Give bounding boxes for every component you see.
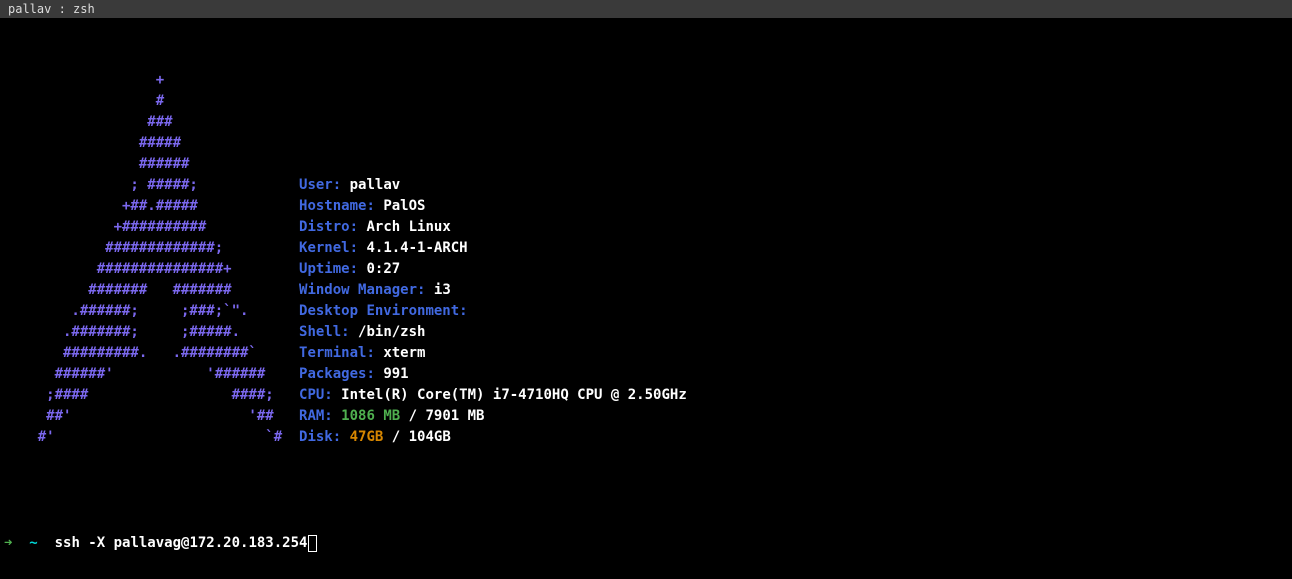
info-line: Hostname: PalOS bbox=[299, 196, 425, 217]
info-line: Packages: 991 bbox=[299, 364, 409, 385]
info-value-highlight: 47GB bbox=[350, 429, 384, 445]
info-label: Distro: bbox=[299, 219, 358, 235]
window-title: pallav : zsh bbox=[8, 0, 95, 18]
ascii-row: .######; ;###;`". Desktop Environment: bbox=[4, 301, 1288, 322]
arch-logo-line: ### bbox=[4, 112, 299, 133]
info-value: Intel(R) Core(TM) i7-4710HQ CPU @ 2.50GH… bbox=[341, 387, 687, 403]
ascii-row: ####### ####### Window Manager: i3 bbox=[4, 280, 1288, 301]
arch-logo-line: ####### ####### bbox=[4, 280, 299, 301]
info-value: PalOS bbox=[383, 198, 425, 214]
ascii-row: .#######; ;#####. Shell: /bin/zsh bbox=[4, 322, 1288, 343]
info-label: Kernel: bbox=[299, 240, 358, 256]
ascii-row: ###############+ Uptime: 0:27 bbox=[4, 259, 1288, 280]
ascii-row: ##### bbox=[4, 133, 1288, 154]
info-line: User: pallav bbox=[299, 175, 400, 196]
info-label: Desktop Environment: bbox=[299, 303, 468, 319]
info-line: CPU: Intel(R) Core(TM) i7-4710HQ CPU @ 2… bbox=[299, 385, 687, 406]
arch-logo-line: # bbox=[4, 91, 299, 112]
terminal-area[interactable]: + # ### ##### ###### ; #####; User: pa bbox=[0, 18, 1292, 579]
info-label: Terminal: bbox=[299, 345, 375, 361]
info-label: Shell: bbox=[299, 324, 350, 340]
info-line: Desktop Environment: bbox=[299, 301, 476, 322]
info-value-highlight: 1086 MB bbox=[341, 408, 400, 424]
arch-logo-line: #########. .########` bbox=[4, 343, 299, 364]
info-label: Hostname: bbox=[299, 198, 375, 214]
ascii-row: ###### bbox=[4, 154, 1288, 175]
cursor-icon bbox=[308, 535, 317, 552]
ascii-row: ;#### ####; CPU: Intel(R) Core(TM) i7-47… bbox=[4, 385, 1288, 406]
ascii-row: ### bbox=[4, 112, 1288, 133]
arch-logo-line: ###### bbox=[4, 154, 299, 175]
info-label: RAM: bbox=[299, 408, 333, 424]
arch-logo-line: ######' '###### bbox=[4, 364, 299, 385]
arch-logo-line: #############; bbox=[4, 238, 299, 259]
arch-logo-line: +##.##### bbox=[4, 196, 299, 217]
info-value: / 104GB bbox=[383, 429, 450, 445]
info-value: 0:27 bbox=[366, 261, 400, 277]
ascii-row: +########## Distro: Arch Linux bbox=[4, 217, 1288, 238]
ascii-row: ##' '## RAM: 1086 MB / 7901 MB bbox=[4, 406, 1288, 427]
info-value: xterm bbox=[383, 345, 425, 361]
info-value: 4.1.4-1-ARCH bbox=[366, 240, 467, 256]
prompt-command[interactable]: ssh -X pallavag@172.20.183.254 bbox=[55, 533, 308, 554]
prompt-line[interactable]: ➜ ~ ssh -X pallavag@172.20.183.254 bbox=[4, 533, 1288, 554]
arch-logo-line: ##' '## bbox=[4, 406, 299, 427]
system-info-block: + # ### ##### ###### ; #####; User: pa bbox=[4, 70, 1288, 448]
info-line: Kernel: 4.1.4-1-ARCH bbox=[299, 238, 468, 259]
info-line: Distro: Arch Linux bbox=[299, 217, 451, 238]
info-line: RAM: 1086 MB / 7901 MB bbox=[299, 406, 484, 427]
info-label: Packages: bbox=[299, 366, 375, 382]
info-line: Terminal: xterm bbox=[299, 343, 425, 364]
info-value: Arch Linux bbox=[366, 219, 450, 235]
prompt-arrow: ➜ bbox=[4, 533, 12, 554]
info-label: CPU: bbox=[299, 387, 333, 403]
window-titlebar: pallav : zsh bbox=[0, 0, 1292, 18]
info-line: Shell: /bin/zsh bbox=[299, 322, 425, 343]
ascii-row: + bbox=[4, 70, 1288, 91]
arch-logo-line: ; #####; bbox=[4, 175, 299, 196]
arch-logo-line: ##### bbox=[4, 133, 299, 154]
info-value: i3 bbox=[434, 282, 451, 298]
ascii-row: ######' '###### Packages: 991 bbox=[4, 364, 1288, 385]
ascii-row: ; #####; User: pallav bbox=[4, 175, 1288, 196]
arch-logo-line: +########## bbox=[4, 217, 299, 238]
info-label: Disk: bbox=[299, 429, 341, 445]
arch-logo-line: ;#### ####; bbox=[4, 385, 299, 406]
info-label: Uptime: bbox=[299, 261, 358, 277]
arch-logo-line: + bbox=[4, 70, 299, 91]
ascii-row: # bbox=[4, 91, 1288, 112]
prompt-cwd: ~ bbox=[29, 533, 37, 554]
info-value: / 7901 MB bbox=[400, 408, 484, 424]
info-line: Window Manager: i3 bbox=[299, 280, 451, 301]
arch-logo-line: #' `# bbox=[4, 427, 299, 448]
info-value: pallav bbox=[350, 177, 401, 193]
info-line: Disk: 47GB / 104GB bbox=[299, 427, 451, 448]
arch-logo-line: .######; ;###;`". bbox=[4, 301, 299, 322]
ascii-row: #' `# Disk: 47GB / 104GB bbox=[4, 427, 1288, 448]
ascii-row: #############; Kernel: 4.1.4-1-ARCH bbox=[4, 238, 1288, 259]
info-label: User: bbox=[299, 177, 341, 193]
info-value: 991 bbox=[383, 366, 408, 382]
ascii-row: +##.##### Hostname: PalOS bbox=[4, 196, 1288, 217]
info-value: /bin/zsh bbox=[358, 324, 425, 340]
arch-logo-line: ###############+ bbox=[4, 259, 299, 280]
info-label: Window Manager: bbox=[299, 282, 425, 298]
arch-logo-line: .#######; ;#####. bbox=[4, 322, 299, 343]
info-line: Uptime: 0:27 bbox=[299, 259, 400, 280]
ascii-row: #########. .########` Terminal: xterm bbox=[4, 343, 1288, 364]
